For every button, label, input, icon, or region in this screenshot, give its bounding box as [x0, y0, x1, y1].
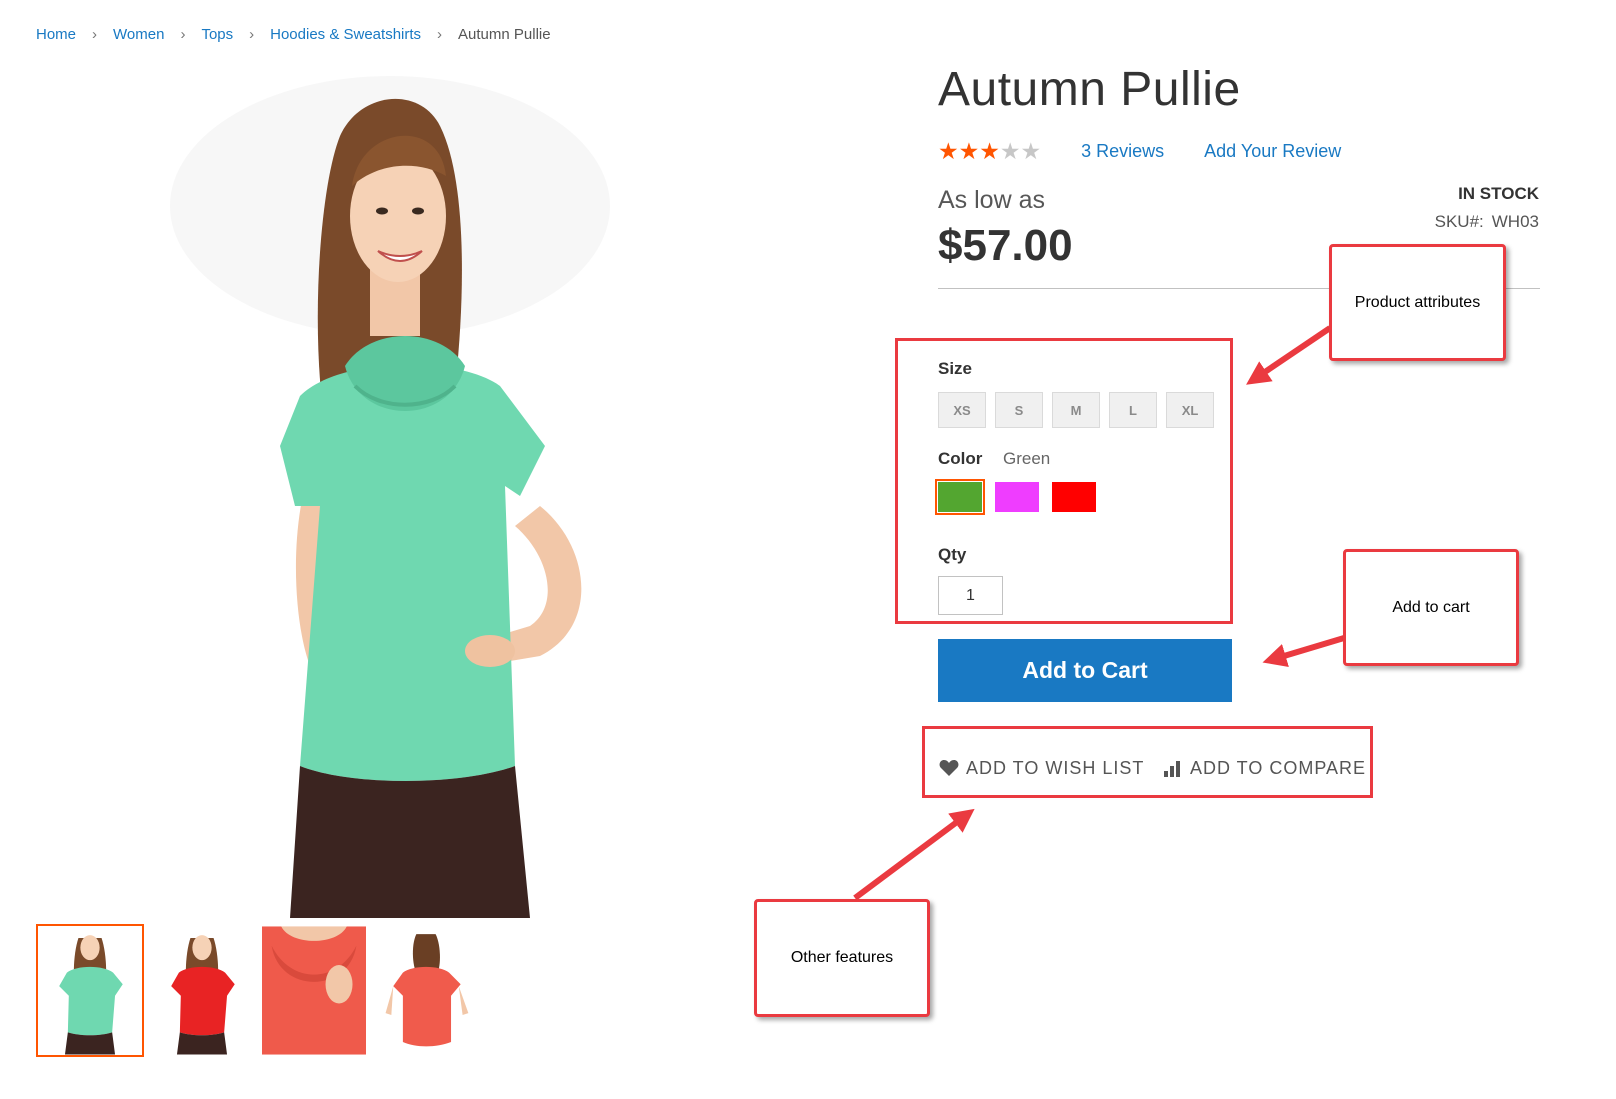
thumbnail-4[interactable]: [372, 924, 480, 1057]
breadcrumb: Home › Women › Tops › Hoodies & Sweatshi…: [36, 26, 551, 43]
breadcrumb-separator: ›: [437, 26, 443, 43]
product-attributes-highlight: [895, 338, 1233, 624]
product-main-image[interactable]: [120, 66, 660, 918]
breadcrumb-separator: ›: [92, 26, 98, 43]
callout-product-attributes: Product attributes: [1329, 244, 1506, 361]
model-mint-top-image: [170, 76, 610, 918]
star-empty-icon: ★: [999, 138, 1021, 164]
price-label: As low as: [938, 186, 1045, 214]
thumbnail-1[interactable]: [36, 924, 144, 1057]
breadcrumb-separator: ›: [249, 26, 255, 43]
breadcrumb-separator: ›: [180, 26, 186, 43]
thumbnail-2[interactable]: [148, 924, 256, 1057]
rating-summary: ★ ★ ★ ★ ★ 3 Reviews Add Your Review: [938, 138, 1381, 164]
sku: SKU#: WH03: [1435, 212, 1539, 232]
product-price: $57.00: [938, 221, 1073, 270]
sku-value: WH03: [1491, 212, 1539, 231]
breadcrumb-tops[interactable]: Tops: [201, 26, 233, 43]
breadcrumb-home[interactable]: Home: [36, 26, 76, 43]
arrow-add-to-cart: [1262, 635, 1345, 668]
model-coral-top-closeup-icon: [262, 926, 366, 1055]
add-to-cart-button[interactable]: Add to Cart: [938, 639, 1232, 702]
sku-label: SKU#:: [1434, 212, 1484, 231]
model-red-top-front-icon: [150, 926, 254, 1055]
star-filled-icon: ★: [938, 138, 959, 164]
star-filled-icon: ★: [979, 138, 1000, 164]
thumbnail-strip: [36, 924, 484, 1057]
add-review-link[interactable]: Add Your Review: [1204, 141, 1341, 162]
breadcrumb-current: Autumn Pullie: [458, 26, 551, 43]
stock-status: In stock: [1458, 184, 1539, 203]
breadcrumb-hoodies[interactable]: Hoodies & Sweatshirts: [270, 26, 421, 43]
arrow-product-attributes: [1246, 325, 1332, 385]
callout-other-features: Other features: [754, 899, 930, 1017]
thumbnail-3[interactable]: [260, 924, 368, 1057]
reviews-link[interactable]: 3 Reviews: [1081, 141, 1164, 162]
rating-stars: ★ ★ ★ ★ ★: [938, 138, 1041, 164]
model-mint-top-front-icon: [38, 926, 142, 1055]
model-coral-top-back-icon: [374, 926, 478, 1055]
star-empty-icon: ★: [1020, 138, 1042, 164]
product-title: Autumn Pullie: [938, 63, 1241, 116]
arrow-other-features: [853, 808, 975, 901]
star-filled-icon: ★: [958, 138, 980, 164]
breadcrumb-women[interactable]: Women: [113, 26, 164, 43]
other-features-highlight: [922, 726, 1373, 798]
callout-add-to-cart: Add to cart: [1343, 549, 1519, 666]
